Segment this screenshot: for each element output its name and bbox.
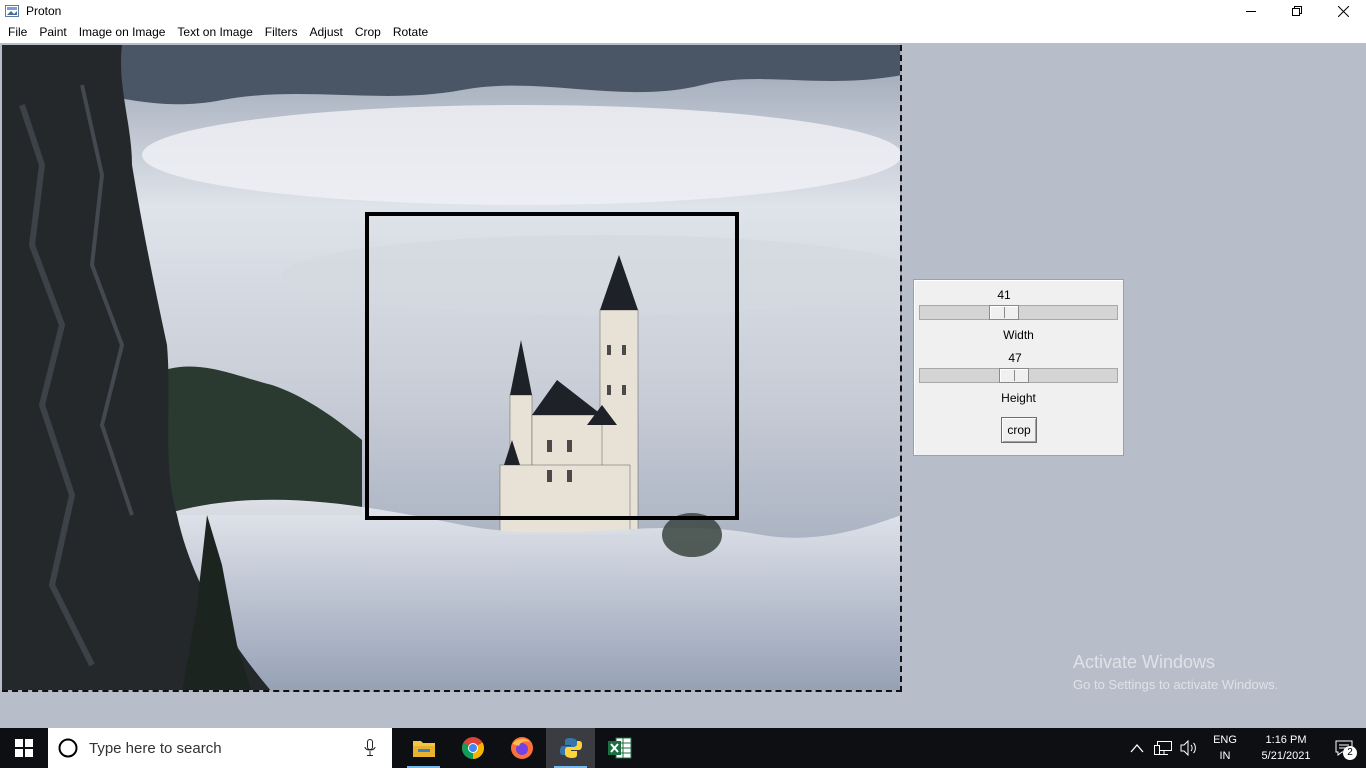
- window-title: Proton: [26, 4, 62, 18]
- menu-image-on-image[interactable]: Image on Image: [73, 22, 172, 43]
- width-label: Width: [1003, 328, 1034, 342]
- clock-date: 5/21/2021: [1261, 750, 1311, 762]
- clock[interactable]: 1:16 PM 5/21/2021: [1250, 732, 1322, 764]
- taskbar-firefox[interactable]: [497, 728, 546, 768]
- crop-selection-rectangle[interactable]: [365, 212, 739, 520]
- menu-paint[interactable]: Paint: [33, 22, 72, 43]
- taskbar-chrome[interactable]: [448, 728, 497, 768]
- start-button[interactable]: [0, 728, 48, 768]
- image-canvas[interactable]: [2, 45, 902, 692]
- taskbar: Type here to search ENG IN 1:16 PM 5/21/…: [0, 728, 1366, 768]
- restore-button[interactable]: [1274, 0, 1320, 22]
- firefox-icon: [510, 737, 533, 759]
- microphone-icon[interactable]: [364, 739, 376, 757]
- cortana-circle-icon: [58, 738, 78, 758]
- watermark-subtitle: Go to Settings to activate Windows.: [1073, 677, 1279, 692]
- search-placeholder: Type here to search: [89, 739, 222, 757]
- python-icon: [559, 738, 582, 758]
- menu-bar: File Paint Image on Image Text on Image …: [0, 22, 1366, 43]
- file-explorer-icon: [412, 741, 435, 757]
- clock-time: 1:16 PM: [1265, 734, 1307, 746]
- taskbar-search-box[interactable]: Type here to search: [48, 728, 392, 768]
- action-center-button[interactable]: 2: [1322, 728, 1366, 768]
- proton-app-icon: [5, 5, 19, 17]
- width-slider-thumb[interactable]: [989, 305, 1019, 320]
- height-slider[interactable]: [919, 368, 1118, 383]
- minimize-button[interactable]: [1228, 0, 1274, 22]
- chrome-icon: [461, 737, 484, 759]
- menu-filters[interactable]: Filters: [259, 22, 304, 43]
- taskbar-file-explorer[interactable]: [399, 728, 448, 768]
- title-bar: Proton: [0, 0, 1366, 22]
- crop-panel: 41 Width 47 Height crop: [913, 279, 1124, 456]
- width-value: 41: [997, 288, 1011, 302]
- chevron-up-icon[interactable]: [1130, 743, 1144, 753]
- windows-logo-icon: [15, 739, 33, 757]
- region-code: IN: [1219, 750, 1231, 762]
- taskbar-excel[interactable]: [595, 728, 644, 768]
- watermark-title: Activate Windows: [1073, 652, 1216, 672]
- close-button[interactable]: [1320, 0, 1366, 22]
- work-area: 41 Width 47 Height crop Activate Windows…: [0, 43, 1366, 728]
- menu-text-on-image[interactable]: Text on Image: [171, 22, 258, 43]
- notification-count-badge: 2: [1343, 746, 1357, 760]
- minimize-icon: [1246, 11, 1256, 12]
- crop-button[interactable]: crop: [1001, 417, 1037, 443]
- menu-adjust[interactable]: Adjust: [303, 22, 348, 43]
- menu-crop[interactable]: Crop: [349, 22, 387, 43]
- excel-icon: [607, 737, 631, 759]
- close-icon: [1337, 5, 1349, 17]
- menu-rotate[interactable]: Rotate: [387, 22, 434, 43]
- menu-file[interactable]: File: [2, 22, 33, 43]
- restore-icon: [1292, 6, 1302, 16]
- language-indicator[interactable]: ENG IN: [1206, 732, 1244, 764]
- height-value: 47: [1008, 351, 1022, 365]
- height-label: Height: [1001, 391, 1036, 405]
- width-slider[interactable]: [919, 305, 1118, 320]
- language-code: ENG: [1213, 734, 1237, 746]
- network-icon[interactable]: [1154, 740, 1172, 756]
- volume-icon[interactable]: [1180, 740, 1198, 756]
- system-tray: ENG IN 1:16 PM 5/21/2021 2: [1130, 728, 1366, 768]
- taskbar-python[interactable]: [546, 728, 595, 768]
- activation-watermark: Activate Windows Go to Settings to activ…: [1073, 652, 1278, 692]
- height-slider-thumb[interactable]: [999, 368, 1029, 383]
